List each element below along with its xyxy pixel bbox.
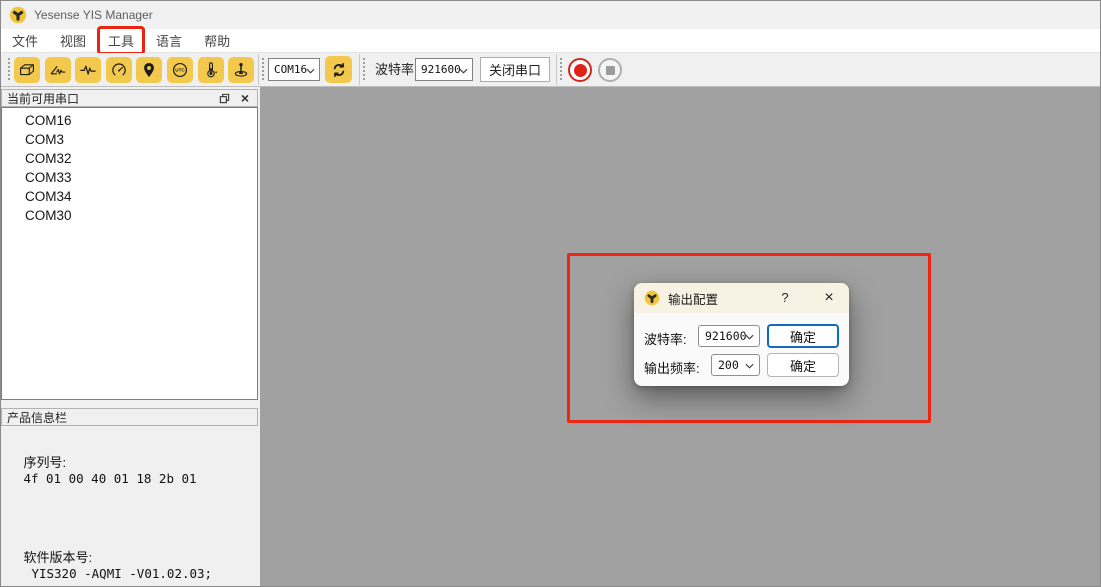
dialog-logo-icon	[644, 290, 660, 306]
port-list-item[interactable]: COM30	[2, 206, 257, 225]
serial-number-line: 序列号: 4f 01 00 40 01 18 2b 01	[9, 437, 197, 501]
toolbar-grip[interactable]	[363, 58, 365, 82]
freq-ok-button[interactable]: 确定	[767, 353, 839, 377]
ports-panel-header: 当前可用串口 ×	[1, 89, 258, 107]
toolbar-grip[interactable]	[560, 58, 562, 82]
baud-rate-select[interactable]: 921600	[415, 58, 473, 81]
toolbar-separator	[556, 54, 557, 85]
title-bar: Yesense YIS Manager	[1, 1, 1100, 29]
chevron-down-icon	[745, 334, 754, 340]
dialog-freq-label: 输出频率:	[644, 358, 700, 377]
port-list-item[interactable]: COM34	[2, 187, 257, 206]
port-list-item[interactable]: COM32	[2, 149, 257, 168]
toolbar: UTC COM16	[1, 53, 1100, 87]
product-info-header: 产品信息栏	[1, 408, 258, 426]
refresh-ports-icon[interactable]	[325, 56, 352, 83]
app-logo-icon	[9, 6, 27, 24]
software-version-line: 软件版本号: YIS320 -AQMI -V01.02.03;	[9, 532, 212, 587]
baud-ok-button[interactable]: 确定	[767, 324, 839, 348]
gauge-icon[interactable]	[106, 57, 132, 83]
box-3d-icon[interactable]	[14, 57, 40, 83]
dialog-baud-select[interactable]: 921600	[698, 325, 760, 347]
software-version-value: YIS320 -AQMI -V01.02.03;	[31, 566, 212, 581]
waveform-icon[interactable]	[75, 57, 101, 83]
product-info-title: 产品信息栏	[7, 409, 67, 426]
menu-language[interactable]: 语言	[147, 28, 191, 53]
port-list-item[interactable]: COM3	[2, 130, 257, 149]
chevron-down-icon	[306, 68, 315, 74]
app-window: Yesense YIS Manager 文件 视图 工具 语言 帮助	[0, 0, 1101, 587]
close-serial-port-button[interactable]: 关闭串口	[480, 57, 550, 82]
menu-view[interactable]: 视图	[51, 28, 95, 53]
port-list-item[interactable]: COM33	[2, 168, 257, 187]
close-panel-icon[interactable]: ×	[238, 91, 252, 105]
stop-icon[interactable]	[598, 58, 622, 82]
serial-number-value: 4f 01 00 40 01 18 2b 01	[23, 471, 196, 486]
angle-waveform-icon[interactable]	[45, 57, 71, 83]
menu-help[interactable]: 帮助	[195, 28, 239, 53]
record-icon[interactable]	[568, 58, 592, 82]
menu-file[interactable]: 文件	[3, 28, 47, 53]
toolbar-separator	[359, 54, 360, 85]
menu-tools[interactable]: 工具	[99, 28, 143, 53]
thermometer-icon[interactable]	[198, 57, 224, 83]
dialog-help-button[interactable]: ?	[777, 283, 793, 313]
software-version-label: 软件版本号:	[23, 550, 92, 565]
location-pin-icon[interactable]	[136, 57, 162, 83]
float-panel-icon[interactable]	[217, 91, 231, 105]
port-list: COM16 COM3 COM32 COM33 COM34 COM30	[1, 107, 258, 400]
baud-rate-label: 波特率:	[375, 53, 418, 87]
dialog-close-icon[interactable]: ×	[818, 283, 840, 313]
chevron-down-icon	[459, 68, 468, 74]
port-select[interactable]: COM16	[268, 58, 320, 81]
serial-number-label: 序列号:	[23, 455, 66, 470]
svg-text:UTC: UTC	[175, 68, 185, 73]
dialog-title: 输出配置	[668, 289, 718, 308]
toolbar-grip[interactable]	[8, 58, 10, 82]
pendulum-icon[interactable]	[228, 57, 254, 83]
toolbar-grip[interactable]	[262, 58, 264, 82]
port-list-item[interactable]: COM16	[2, 111, 257, 130]
dialog-freq-select[interactable]: 200	[711, 354, 760, 376]
utc-clock-icon[interactable]: UTC	[167, 57, 193, 83]
menu-bar: 文件 视图 工具 语言 帮助	[1, 29, 1100, 53]
dialog-baud-label: 波特率:	[644, 329, 687, 348]
window-title: Yesense YIS Manager	[34, 8, 153, 22]
dialog-title-bar[interactable]: 输出配置	[634, 283, 849, 313]
chevron-down-icon	[745, 363, 754, 369]
output-config-dialog: 输出配置 ? × 波特率: 921600 确定 输出频率: 200 确定	[634, 283, 849, 386]
ports-panel-title: 当前可用串口	[7, 90, 79, 107]
toolbar-separator	[258, 54, 259, 85]
